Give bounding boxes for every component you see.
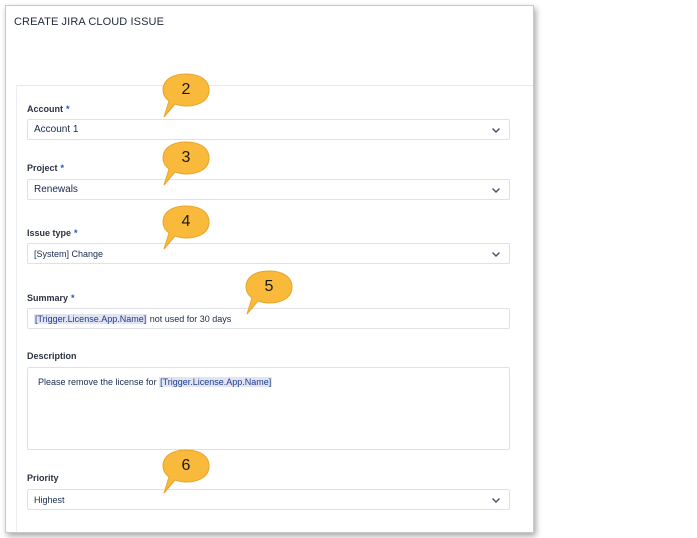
chevron-down-icon [492, 128, 500, 133]
project-value: Renewals [34, 184, 78, 195]
description-text: Please remove the license for [38, 377, 160, 387]
summary-value: [Trigger.License.App.Name] not used for … [34, 314, 231, 324]
summary-label: Summary * [27, 293, 75, 303]
project-label: Project * [27, 163, 65, 173]
account-label: Account * [27, 104, 70, 114]
required-mark: * [66, 104, 70, 114]
issue-type-value: [System] Change [34, 249, 104, 259]
callout-number: 4 [181, 213, 191, 230]
required-mark: * [60, 163, 65, 173]
chevron-down-icon [492, 252, 500, 257]
account-select[interactable]: Account 1 [27, 119, 510, 140]
priority-select[interactable]: Highest [27, 489, 510, 510]
issue-type-select[interactable]: [System] Change [27, 243, 510, 264]
callout-number: 2 [181, 81, 191, 98]
smart-value-token: [Trigger.License.App.Name] [34, 314, 148, 324]
required-mark: * [74, 228, 78, 238]
description-textarea[interactable]: Please remove the license for [Trigger.L… [27, 367, 510, 450]
callout-bubble: 3 [161, 140, 211, 186]
priority-value: Highest [34, 495, 65, 505]
callout-number: 5 [264, 278, 274, 295]
issue-type-label: Issue type * [27, 228, 78, 238]
project-select[interactable]: Renewals [27, 179, 510, 200]
callout-bubble: 6 [161, 448, 211, 494]
priority-label: Priority [27, 473, 59, 483]
description-value: Please remove the license for [Trigger.L… [38, 377, 273, 387]
body-divider [16, 85, 17, 532]
summary-text: not used for 30 days [147, 314, 232, 324]
callout-number: 6 [181, 457, 191, 474]
callout-bubble: 4 [161, 204, 211, 250]
account-value: Account 1 [34, 124, 79, 135]
chevron-down-icon [492, 498, 500, 503]
smart-value-token: [Trigger.License.App.Name] [159, 377, 273, 387]
panel-title: CREATE JIRA CLOUD ISSUE [14, 16, 165, 28]
description-label: Description [27, 351, 77, 361]
required-mark: * [71, 293, 75, 303]
header-divider [16, 85, 533, 86]
chevron-down-icon [492, 188, 500, 193]
callout-bubble: 2 [161, 72, 211, 118]
callout-bubble: 5 [244, 269, 294, 315]
callout-number: 3 [181, 149, 191, 166]
